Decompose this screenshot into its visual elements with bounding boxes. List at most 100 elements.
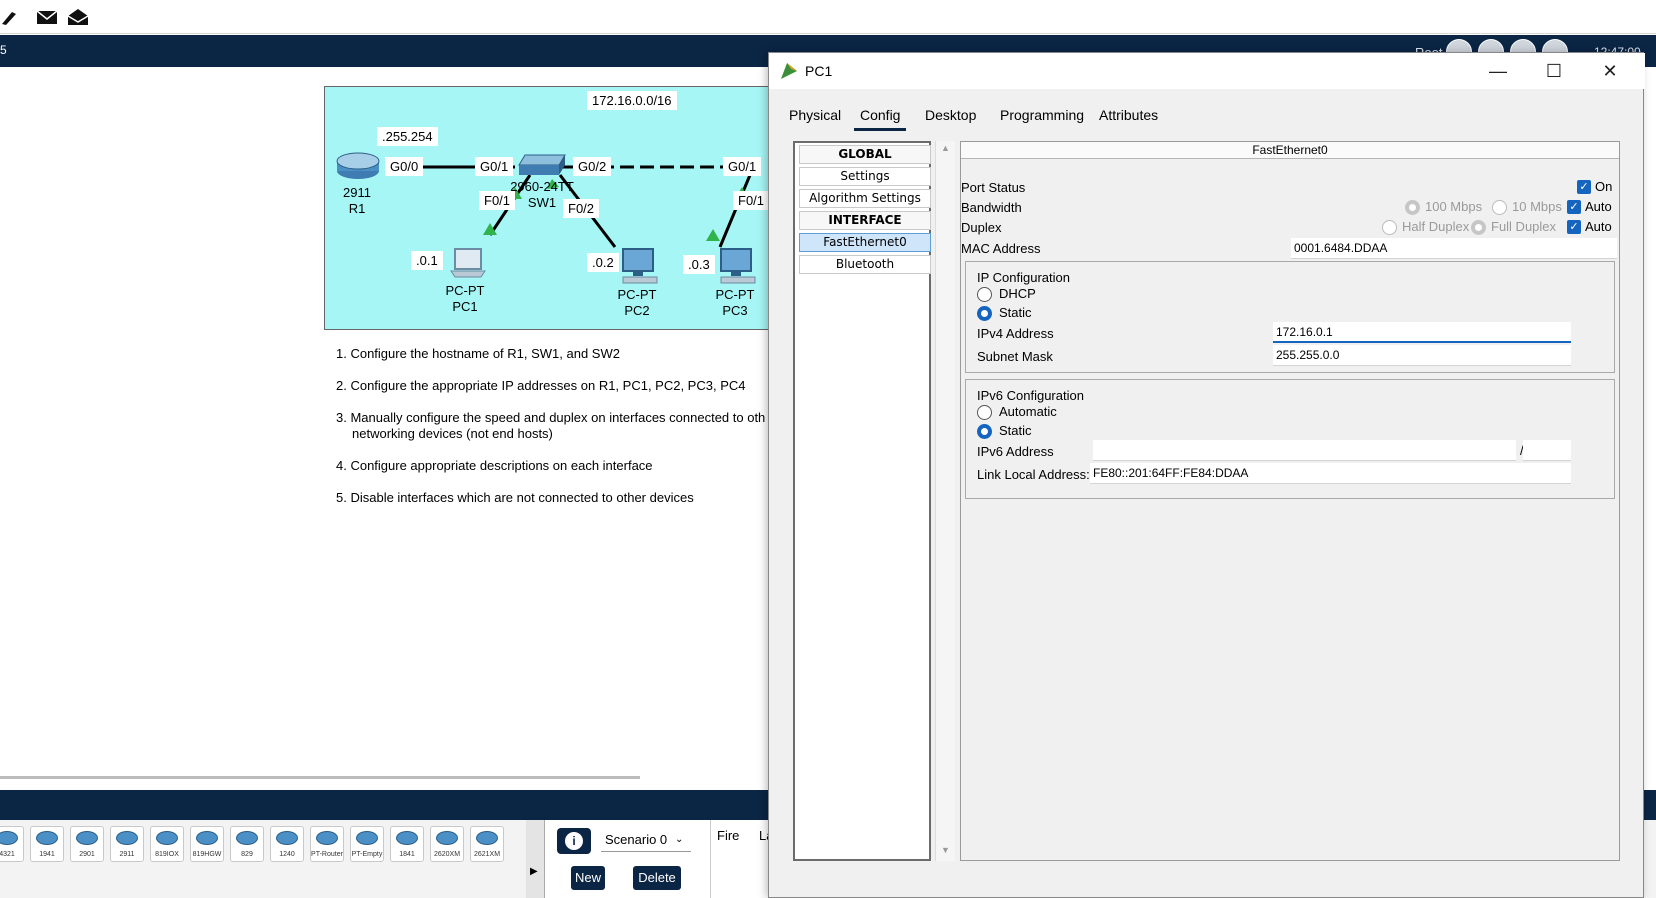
device-button[interactable]: 2620XM — [430, 826, 464, 862]
packet-tracer-icon — [781, 63, 797, 79]
router-icon — [396, 831, 418, 845]
device-button[interactable]: 2901 — [70, 826, 104, 862]
device-button-label: 819HGW — [192, 851, 222, 858]
device-button-label: 2901 — [79, 851, 95, 858]
port-status-on-label: On — [1595, 179, 1613, 194]
ip-configuration-label: IP Configuration — [977, 270, 1070, 285]
tab-attributes[interactable]: Attributes — [1093, 105, 1164, 131]
bandwidth-10-label: 10 Mbps — [1512, 199, 1562, 214]
palette-scroll[interactable]: ▶ — [526, 820, 544, 898]
device-button[interactable]: 2621XM — [470, 826, 504, 862]
nav-fastethernet0[interactable]: FastEthernet0 — [799, 233, 931, 252]
device-button[interactable]: 829 — [230, 826, 264, 862]
half-duplex-label: Half Duplex — [1402, 219, 1470, 234]
sw1-port-right: G0/2 — [573, 157, 612, 176]
device-button[interactable]: PT-Router — [310, 826, 344, 862]
delete-button[interactable]: Delete — [633, 866, 681, 890]
device-button[interactable]: 819HGW — [190, 826, 224, 862]
device-button-label: 1941 — [39, 851, 55, 858]
maximize-button[interactable]: ☐ — [1531, 57, 1577, 85]
task-item: 4. Configure appropriate descriptions on… — [336, 458, 653, 473]
port-status-checkbox[interactable]: ✓ — [1577, 180, 1591, 194]
router-icon — [276, 831, 298, 845]
router-icon — [476, 831, 498, 845]
pen-icon[interactable] — [0, 8, 22, 26]
interface-panel: FastEthernet0 Port Status ✓ On Bandwidth… — [960, 141, 1620, 861]
router-icon — [356, 831, 378, 845]
sw1-port-pc2: F0/2 — [563, 199, 600, 218]
ipv6-static-radio[interactable] — [977, 424, 992, 439]
close-button[interactable]: ✕ — [1587, 57, 1633, 85]
task-item: 3. Manually configure the speed and dupl… — [336, 410, 766, 441]
router-icon — [116, 831, 138, 845]
router-name: R1 — [348, 201, 366, 216]
ipv6-automatic-radio[interactable] — [977, 405, 992, 420]
pc1-name: PC1 — [452, 299, 478, 314]
device-button[interactable]: 4321 — [0, 826, 24, 862]
horizontal-scrollbar[interactable] — [0, 776, 640, 779]
device-button-label: 1240 — [279, 851, 295, 858]
nav-global-header: GLOBAL — [799, 145, 931, 164]
mail-icon[interactable] — [36, 8, 58, 26]
mail-open-icon[interactable] — [67, 8, 89, 26]
bandwidth-auto-label: Auto — [1585, 199, 1612, 214]
topology-canvas[interactable]: 172.16.0.0/16 .255.254 2911 R1 G0/0 G0/1… — [324, 86, 774, 330]
pc3-icon[interactable] — [717, 247, 757, 285]
config-nav: GLOBAL Settings Algorithm Settings INTER… — [793, 141, 931, 861]
ipv4-static-radio[interactable] — [977, 306, 992, 321]
device-button[interactable]: 1941 — [30, 826, 64, 862]
dhcp-radio[interactable] — [977, 287, 992, 302]
tab-physical[interactable]: Physical — [783, 105, 847, 131]
router-icon[interactable] — [335, 151, 381, 181]
sw2-port-left: G0/1 — [723, 157, 762, 176]
device-button[interactable]: 1240 — [270, 826, 304, 862]
tab-programming[interactable]: Programming — [994, 105, 1090, 131]
device-button-label: 4321 — [0, 851, 15, 858]
tab-config[interactable]: Config — [854, 105, 907, 131]
pc2-type: PC-PT — [617, 287, 657, 302]
ipv6-address-label: IPv6 Address — [977, 444, 1054, 459]
tab-desktop[interactable]: Desktop — [919, 105, 982, 131]
ipv6-address-input[interactable] — [1093, 440, 1516, 461]
new-button[interactable]: New — [571, 866, 605, 890]
switch-icon[interactable] — [517, 153, 567, 177]
router-icon — [436, 831, 458, 845]
nav-interface-header: INTERFACE — [799, 211, 931, 230]
task-item: 2. Configure the appropriate IP addresse… — [336, 378, 746, 393]
subnet-mask-input[interactable]: 255.255.0.0 — [1273, 345, 1571, 366]
ipv6-prefix-input[interactable] — [1523, 440, 1571, 461]
scenario-box: i Scenario 0 ⌄ New Delete — [544, 820, 710, 898]
pc1-window: PC1 — ☐ ✕ Physical Config Desktop Progra… — [768, 52, 1645, 898]
device-button[interactable]: 1841 — [390, 826, 424, 862]
pc2-icon[interactable] — [619, 247, 659, 285]
info-icon: i — [565, 832, 583, 850]
device-button[interactable]: 819IOX — [150, 826, 184, 862]
window-titlebar[interactable]: PC1 — ☐ ✕ — [769, 53, 1645, 89]
minimize-button[interactable]: — — [1475, 57, 1521, 85]
device-button[interactable]: PT-Empty — [350, 826, 384, 862]
duplex-auto-checkbox[interactable]: ✓ — [1567, 220, 1581, 234]
router-icon — [196, 831, 218, 845]
router-port-label: G0/0 — [385, 157, 424, 176]
nav-bluetooth[interactable]: Bluetooth — [799, 255, 931, 274]
scenario-select[interactable]: Scenario 0 ⌄ — [601, 830, 691, 852]
bandwidth-100-label: 100 Mbps — [1425, 199, 1483, 214]
mac-address-field[interactable]: 0001.6484.DDAA — [1291, 238, 1617, 259]
sw1-port-left: G0/1 — [475, 157, 514, 176]
bandwidth-auto-checkbox[interactable]: ✓ — [1567, 200, 1581, 214]
task-list: 1. Configure the hostname of R1, SW1, an… — [336, 346, 776, 522]
nav-algorithm-settings[interactable]: Algorithm Settings — [799, 189, 931, 208]
device-button[interactable]: 2911 — [110, 826, 144, 862]
top-toolbar — [0, 0, 1656, 34]
ipv4-static-label: Static — [999, 305, 1032, 320]
chevron-down-icon: ⌄ — [675, 834, 684, 845]
laptop-icon[interactable] — [449, 247, 487, 281]
info-button[interactable]: i — [557, 828, 591, 854]
nav-settings[interactable]: Settings — [799, 167, 931, 186]
device-button-label: 2620XM — [433, 851, 461, 858]
scroll-down-icon[interactable]: ▼ — [941, 845, 950, 855]
nav-scrollbar[interactable]: ▲ ▼ — [935, 141, 955, 861]
scroll-up-icon[interactable]: ▲ — [941, 143, 950, 153]
ipv6-configuration-group: IPv6 Configuration Automatic Static IPv6… — [965, 379, 1615, 499]
ipv4-address-input[interactable]: 172.16.0.1 — [1273, 322, 1571, 343]
